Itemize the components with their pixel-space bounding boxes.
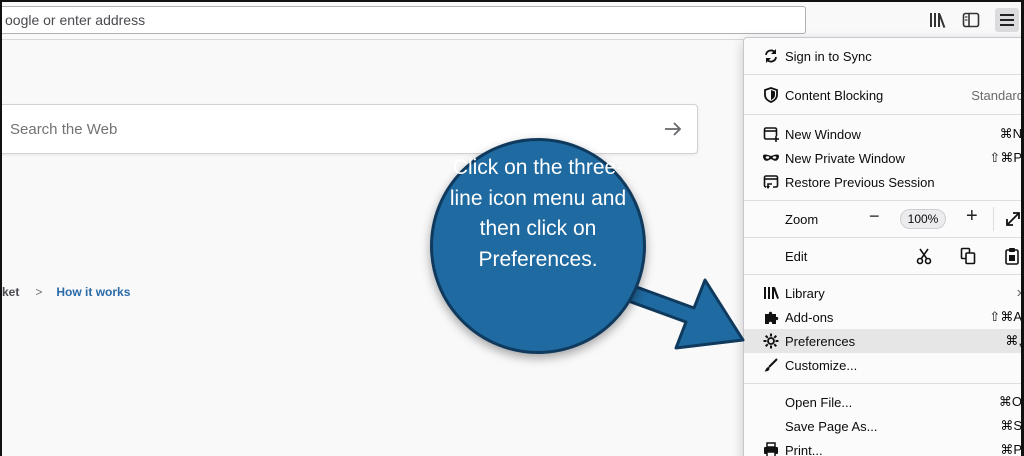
customize-label: Customize... [785,357,858,373]
paste-icon[interactable] [1004,247,1020,268]
address-bar-placeholder: oogle or enter address [5,12,146,28]
preferences-shortcut: ⌘, [1005,333,1022,348]
copy-icon[interactable] [960,247,976,268]
new-window-label: New Window [785,126,861,142]
menu-separator [744,383,1021,384]
web-search-input[interactable]: Search the Web [2,104,698,154]
menu-separator [744,114,1021,115]
paintbrush-icon [762,356,780,374]
sign-in-label: Sign in to Sync [785,48,872,64]
print-shortcut: ⌘P [1000,442,1022,456]
edit-label: Edit [785,248,808,264]
open-file-shortcut: ⌘O [998,394,1022,409]
how-it-works-link[interactable]: How it works [56,285,130,299]
menu-separator [744,274,1021,275]
main-menu-panel: Sign in to Sync Content Blocking Standar… [743,37,1024,456]
content-blocking-item[interactable]: Content Blocking Standard [744,83,1024,107]
shield-icon [762,86,780,104]
sign-in-to-sync-item[interactable]: Sign in to Sync [744,44,1021,68]
library-item[interactable]: Library › [744,281,1022,305]
new-window-shortcut: ⌘N [999,126,1022,141]
sidebar-icon[interactable] [959,8,983,32]
chevron-right-icon: › [1016,284,1022,301]
menu-divider [993,207,994,231]
fullscreen-icon[interactable] [1004,210,1021,231]
add-ons-item[interactable]: Add-ons ⇧⌘A [744,305,1022,329]
printer-icon [762,441,780,456]
restore-session-item[interactable]: Restore Previous Session [744,170,1021,194]
new-private-window-label: New Private Window [785,150,905,166]
edit-row: Edit [744,244,1021,268]
zoom-label: Zoom [785,211,819,227]
search-placeholder: Search the Web [10,120,118,138]
gear-icon [762,332,780,350]
zoom-reset-button[interactable]: 100% [900,209,946,229]
library-label: Library [785,285,825,301]
puzzle-piece-icon [762,308,780,326]
chevron-right-icon: > [35,285,43,299]
menu-separator [744,74,1021,75]
cut-icon[interactable] [916,247,932,268]
pocket-label: ket [2,285,20,299]
new-private-window-shortcut: ⇧⌘P [989,150,1022,165]
callout-text: Click on the three-line icon menu and th… [449,156,627,271]
preferences-item[interactable]: Preferences ⌘, [744,329,1022,353]
content-blocking-label: Content Blocking [785,87,884,103]
menu-separator [744,200,1021,201]
new-window-icon [762,125,780,143]
print-item[interactable]: Print... ⌘P [744,438,1022,456]
content-blocking-value: Standard [971,87,1024,103]
add-ons-label: Add-ons [785,309,834,325]
save-page-label: Save Page As... [785,418,878,434]
open-file-label: Open File... [785,394,853,410]
private-mask-icon [762,149,780,167]
customize-item[interactable]: Customize... [744,353,1021,377]
add-ons-shortcut: ⇧⌘A [989,309,1022,324]
restore-session-label: Restore Previous Session [785,174,935,190]
save-page-shortcut: ⌘S [1000,418,1022,433]
open-file-item[interactable]: Open File... ⌘O [744,390,1022,414]
browser-window: oogle or enter address Search the Web ke… [0,0,1024,456]
zoom-out-button[interactable]: − [869,206,880,227]
library-icon[interactable] [926,8,950,32]
restore-session-icon [762,173,780,191]
new-private-window-item[interactable]: New Private Window ⇧⌘P [744,146,1022,170]
arrow-right-icon[interactable] [663,119,683,139]
zoom-in-button[interactable]: + [966,205,978,228]
library-icon [762,284,780,302]
preferences-label: Preferences [785,333,856,349]
hamburger-menu-icon[interactable] [995,8,1019,32]
pocket-section: ket > How it works [2,285,130,299]
sync-icon [762,47,780,65]
new-window-item[interactable]: New Window ⌘N [744,122,1022,146]
zoom-row: Zoom − 100% + [744,205,1021,231]
print-label: Print... [785,442,823,456]
address-bar[interactable]: oogle or enter address [2,6,806,34]
save-page-item[interactable]: Save Page As... ⌘S [744,414,1022,438]
menu-separator [744,237,1021,238]
browser-toolbar: oogle or enter address [2,2,1021,40]
